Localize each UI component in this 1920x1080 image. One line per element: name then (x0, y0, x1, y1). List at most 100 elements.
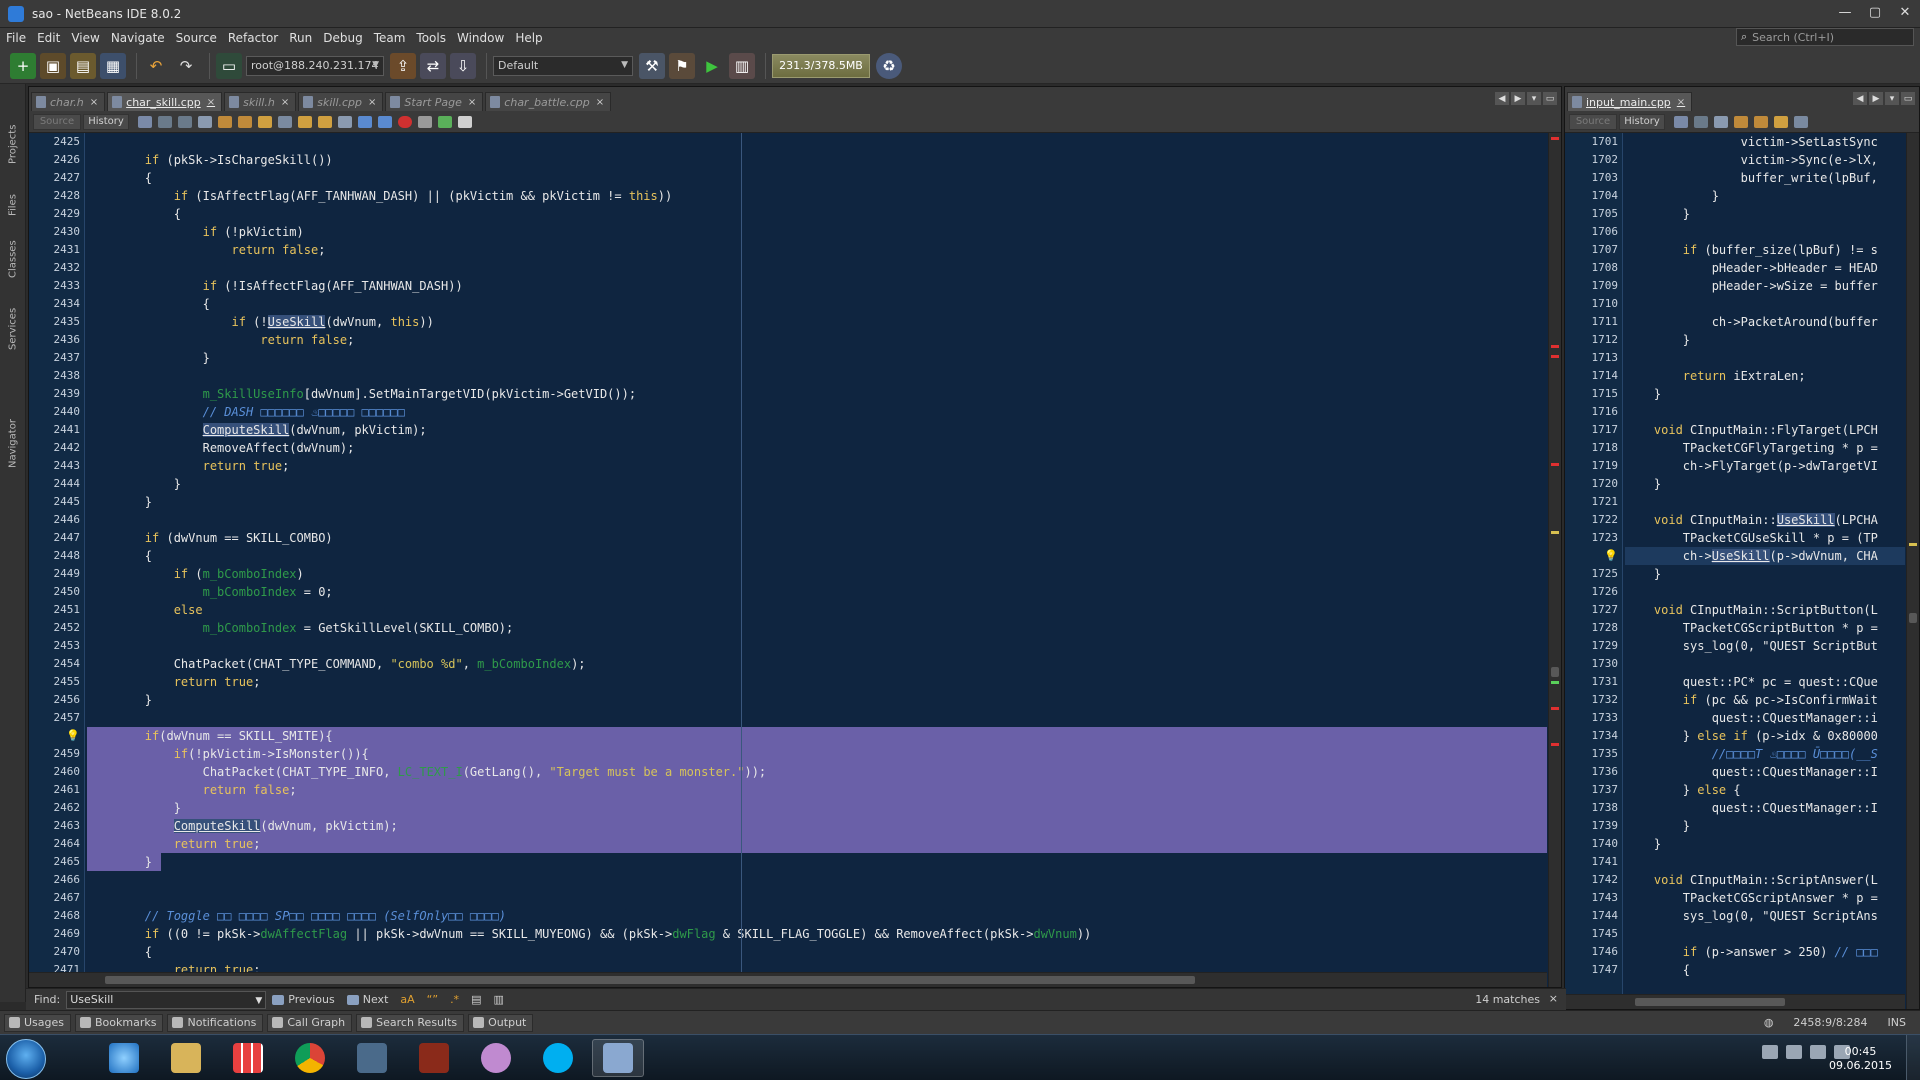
explorer-icon[interactable] (160, 1039, 212, 1077)
line-number[interactable]: 2427 (29, 169, 84, 187)
line-number[interactable]: 2429 (29, 205, 84, 223)
code-line[interactable]: { (87, 295, 1547, 313)
code-line[interactable]: } (1625, 475, 1905, 493)
sync-icon[interactable]: ⇄ (420, 52, 446, 79)
last-edit-icon[interactable] (138, 115, 152, 128)
netbeans-icon[interactable] (592, 1039, 644, 1077)
code-line[interactable] (87, 637, 1547, 655)
code-line[interactable]: victim->Sync(e->lX, (1625, 151, 1905, 169)
menu-navigate[interactable]: Navigate (111, 31, 165, 45)
line-number[interactable]: 2470 (29, 943, 84, 961)
network-app-icon[interactable] (346, 1039, 398, 1077)
code-line[interactable]: if (!UseSkill(dwVnum, this)) (87, 313, 1547, 331)
line-number[interactable]: 2455 (29, 673, 84, 691)
code-line[interactable] (1625, 295, 1905, 313)
code-line[interactable] (1625, 925, 1905, 943)
code-line[interactable]: TPacketCGFlyTargeting * p = (1625, 439, 1905, 457)
tab-char-skill-cpp[interactable]: char_skill.cpp × (107, 92, 223, 111)
line-number[interactable]: 1716 (1565, 403, 1622, 421)
menu-source[interactable]: Source (176, 31, 217, 45)
code-line[interactable]: } (87, 493, 1547, 511)
tab-start-page[interactable]: Start Page × (385, 92, 484, 111)
line-number[interactable]: 1731 (1565, 673, 1622, 691)
line-number[interactable]: 1709 (1565, 277, 1622, 295)
code-line[interactable] (1625, 853, 1905, 871)
code-line[interactable]: { (1625, 961, 1905, 979)
line-number[interactable]: 1730 (1565, 655, 1622, 673)
line-number[interactable]: 1745 (1565, 925, 1622, 943)
show-opened-documents-icon[interactable]: ▾ (1527, 92, 1541, 105)
code-line[interactable]: } (1625, 835, 1905, 853)
line-number[interactable]: 1725 (1565, 565, 1622, 583)
scroll-thumb[interactable] (105, 976, 1195, 984)
history-view-button[interactable]: History (1619, 113, 1665, 130)
host-select[interactable]: root@188.240.231.174 ▼ (246, 55, 384, 76)
code-line[interactable]: if (p->answer > 250) // □□□ (1625, 943, 1905, 961)
close-find-bar-button[interactable]: × (1549, 992, 1558, 1005)
code-line[interactable] (1625, 403, 1905, 421)
code-line[interactable]: if (buffer_size(lpBuf) != s (1625, 241, 1905, 259)
line-number[interactable]: 1719 (1565, 457, 1622, 475)
vertical-scrollbar[interactable] (1548, 133, 1561, 987)
menu-tools[interactable]: Tools (416, 31, 446, 45)
toggle-rect-selection-icon[interactable] (1794, 115, 1808, 128)
line-number[interactable]: 1740 (1565, 835, 1622, 853)
code-line[interactable]: return iExtraLen; (1625, 367, 1905, 385)
save-all-icon[interactable]: ▦ (100, 52, 126, 79)
close-tab-icon[interactable]: × (468, 97, 476, 108)
line-number[interactable]: 1728 (1565, 619, 1622, 637)
line-number[interactable]: 1736 (1565, 763, 1622, 781)
code-line[interactable] (1625, 223, 1905, 241)
code-line[interactable]: } (87, 475, 1547, 493)
code-line[interactable]: } (1625, 331, 1905, 349)
menu-help[interactable]: Help (515, 31, 542, 45)
stop-macro-icon[interactable] (418, 115, 432, 128)
back-icon[interactable] (158, 115, 172, 128)
code-line[interactable]: if (m_bComboIndex) (87, 565, 1547, 583)
scroll-tabs-left-icon[interactable]: ◀ (1495, 92, 1509, 105)
source-view-button[interactable]: Source (33, 113, 81, 130)
code-line[interactable]: TPacketCGScriptAnswer * p = (1625, 889, 1905, 907)
next-bookmark-icon[interactable] (318, 115, 332, 128)
horizontal-scrollbar[interactable] (1565, 994, 1905, 1009)
line-number[interactable]: 2430 (29, 223, 84, 241)
line-number[interactable]: 2443 (29, 457, 84, 475)
line-number[interactable]: 1742 (1565, 871, 1622, 889)
line-number[interactable]: 2463 (29, 817, 84, 835)
code-line[interactable] (1625, 493, 1905, 511)
remote-host-icon[interactable]: ▭ (216, 52, 242, 79)
code-line[interactable]: if (!IsAffectFlag(AFF_TANHWAN_DASH)) (87, 277, 1547, 295)
chrome-icon[interactable] (284, 1039, 336, 1077)
code-line[interactable]: } (87, 691, 1547, 709)
code-line[interactable] (87, 259, 1547, 277)
code-lines[interactable]: if (pkSk->IsChargeSkill()) { if (IsAffec… (87, 133, 1547, 979)
line-number[interactable]: 2445 (29, 493, 84, 511)
match-case-toggle[interactable]: aA (400, 993, 414, 1006)
line-number[interactable]: 2434 (29, 295, 84, 313)
line-number[interactable]: 2437 (29, 349, 84, 367)
close-tab-icon[interactable]: × (281, 97, 289, 108)
menu-window[interactable]: Window (457, 31, 504, 45)
line-number[interactable]: 2464 (29, 835, 84, 853)
code-line[interactable] (87, 511, 1547, 529)
line-number[interactable]: 2448 (29, 547, 84, 565)
run-icon[interactable]: ▶ (699, 53, 725, 79)
vertical-scrollbar[interactable] (1906, 133, 1919, 1009)
menu-team[interactable]: Team (374, 31, 406, 45)
garbage-collect-icon[interactable]: ♻ (876, 52, 902, 79)
code-line[interactable]: if (pc && pc->IsConfirmWait (1625, 691, 1905, 709)
find-input[interactable]: UseSkill ▼ (66, 990, 267, 1009)
cat-app-icon[interactable] (470, 1039, 522, 1077)
code-line[interactable]: { (87, 205, 1547, 223)
line-number[interactable]: 2454 (29, 655, 84, 673)
toggle-bookmark-icon[interactable] (338, 115, 352, 128)
tab-notifications[interactable]: Notifications (167, 1013, 264, 1032)
code-line[interactable]: if(dwVnum == SKILL_SMITE){ (87, 727, 1547, 745)
line-number[interactable]: 2449 (29, 565, 84, 583)
tab-skill-h[interactable]: skill.h × (224, 92, 297, 111)
code-line[interactable]: m_SkillUseInfo[dwVnum].SetMainTargetVID(… (87, 385, 1547, 403)
code-line[interactable]: quest::PC* pc = quest::CQue (1625, 673, 1905, 691)
comment-icon[interactable] (438, 115, 452, 128)
sidebar-tab-navigator[interactable]: Navigator (4, 404, 22, 468)
uncomment-icon[interactable] (458, 115, 472, 128)
